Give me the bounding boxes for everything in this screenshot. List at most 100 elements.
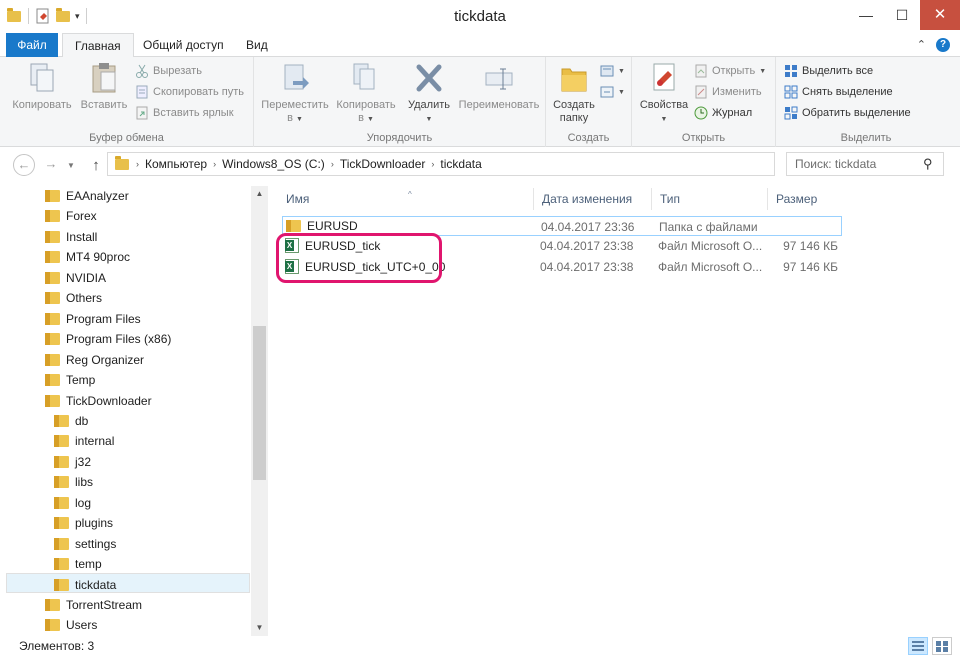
copy-path-button[interactable]: Скопировать путь xyxy=(135,82,244,102)
nav-tree-item[interactable]: MT4 90proc xyxy=(45,247,130,267)
nav-tree-item[interactable]: tickdata xyxy=(54,575,116,595)
nav-tree-item[interactable]: internal xyxy=(54,431,114,451)
properties-icon xyxy=(648,61,680,95)
invert-selection-button[interactable]: Обратить выделение xyxy=(784,103,911,123)
breadcrumb-tickdownloader[interactable]: TickDownloader xyxy=(340,157,426,171)
recent-locations-icon[interactable]: ▼ xyxy=(66,156,76,178)
close-button[interactable]: ✕ xyxy=(920,0,960,30)
scrollbar-thumb[interactable] xyxy=(253,326,266,480)
tab-home[interactable]: Главная xyxy=(62,33,134,58)
nav-tree-item[interactable]: TorrentStream xyxy=(45,595,142,615)
delete-button[interactable]: Удалить ▼ xyxy=(404,61,454,126)
column-header-type[interactable]: Тип xyxy=(652,188,768,210)
nav-tree-item[interactable]: j32 xyxy=(54,452,91,472)
rename-button[interactable]: Переименовать xyxy=(454,61,544,112)
chevron-right-icon[interactable]: › xyxy=(431,159,434,169)
folder-icon xyxy=(45,394,60,408)
select-none-button[interactable]: Снять выделение xyxy=(784,82,893,102)
nav-tree-item[interactable]: libs xyxy=(54,472,93,492)
scissors-icon xyxy=(135,64,149,78)
delete-label: Удалить xyxy=(408,99,450,111)
nav-tree-item[interactable]: Temp xyxy=(45,370,95,390)
history-button[interactable]: Журнал xyxy=(694,103,752,123)
nav-tree-item[interactable]: db xyxy=(54,411,88,431)
nav-tree-label: log xyxy=(75,496,92,510)
forward-arrow-icon[interactable]: → xyxy=(40,154,62,176)
quick-access-toolbar: ▾ xyxy=(6,8,89,24)
paste-button[interactable]: Вставить xyxy=(76,61,132,112)
breadcrumb-computer[interactable]: Компьютер xyxy=(145,157,207,171)
chevron-right-icon[interactable]: › xyxy=(136,159,139,169)
address-bar[interactable]: › Компьютер › Windows8_OS (C:) › TickDow… xyxy=(107,152,870,176)
nav-tree-item[interactable]: Forex xyxy=(45,206,97,226)
column-header-size[interactable]: Размер xyxy=(768,188,842,210)
details-view-button[interactable] xyxy=(908,637,928,655)
nav-tree-item[interactable]: NVIDIA xyxy=(45,268,106,288)
tab-view[interactable]: Вид xyxy=(234,33,280,57)
new-item-button[interactable]: ▼ xyxy=(600,61,625,81)
new-item-icon xyxy=(600,64,614,78)
back-arrow-icon[interactable]: ← xyxy=(13,154,35,176)
nav-tree-label: temp xyxy=(75,557,102,571)
nav-tree-label: internal xyxy=(75,434,115,448)
copy-button[interactable]: Копировать xyxy=(10,61,74,112)
details-view-icon xyxy=(912,641,924,651)
copy-path-icon xyxy=(135,85,149,99)
breadcrumb-drive[interactable]: Windows8_OS (C:) xyxy=(222,157,325,171)
organize-group-label: Упорядочить xyxy=(366,132,433,144)
open-button[interactable]: Открыть ▼ xyxy=(694,61,766,81)
scroll-down-icon[interactable]: ▼ xyxy=(251,620,268,636)
help-icon[interactable]: ? xyxy=(936,38,950,52)
nav-scrollbar[interactable]: ▲ ▼ xyxy=(251,186,268,636)
minimize-button[interactable]: — xyxy=(848,0,884,30)
ribbon-tabs: Файл Главная Общий доступ Вид ⌃ ? xyxy=(0,33,960,58)
properties-button[interactable]: Свойства ▼ xyxy=(636,61,692,126)
properties-icon[interactable] xyxy=(35,8,51,24)
select-all-button[interactable]: Выделить все xyxy=(784,61,873,81)
nav-tree-item[interactable]: Others xyxy=(45,288,102,308)
chevron-right-icon[interactable]: › xyxy=(331,159,334,169)
easy-access-icon xyxy=(600,85,614,99)
select-none-label: Снять выделение xyxy=(802,86,893,98)
large-icons-view-button[interactable] xyxy=(932,637,952,655)
nav-selection-highlight xyxy=(6,573,250,593)
nav-tree-item[interactable]: plugins xyxy=(54,513,113,533)
maximize-button[interactable]: ☐ xyxy=(884,0,920,30)
search-input[interactable]: Поиск: tickdata ⚲ xyxy=(786,152,944,176)
tab-share[interactable]: Общий доступ xyxy=(131,33,236,57)
nav-tree-label: tickdata xyxy=(75,578,117,592)
nav-tree-item[interactable]: TickDownloader xyxy=(45,391,152,411)
column-header-name[interactable]: Имя ^ xyxy=(278,188,534,210)
cut-button[interactable]: Вырезать xyxy=(135,61,202,81)
nav-tree-item[interactable]: EAAnalyzer xyxy=(45,186,129,206)
up-arrow-icon[interactable]: ↑ xyxy=(88,156,104,178)
search-icon[interactable]: ⚲ xyxy=(923,156,933,172)
nav-tree-item[interactable]: Reg Organizer xyxy=(45,350,144,370)
nav-tree-item[interactable]: log xyxy=(54,493,91,513)
column-header-date[interactable]: Дата изменения xyxy=(534,188,652,210)
customize-qa-icon[interactable]: ▾ xyxy=(75,11,80,22)
breadcrumb-tickdata[interactable]: tickdata xyxy=(440,157,481,171)
select-group: Выделить все Снять выделение Обратить вы… xyxy=(776,57,956,147)
nav-tree-item[interactable]: Install xyxy=(45,227,97,247)
nav-tree-item[interactable]: settings xyxy=(54,534,116,554)
chevron-right-icon[interactable]: › xyxy=(213,159,216,169)
edit-button[interactable]: Изменить xyxy=(694,82,762,102)
nav-tree-item[interactable]: Users xyxy=(45,615,97,635)
move-to-button[interactable]: Переместить в ▼ xyxy=(260,61,330,126)
tab-file[interactable]: Файл xyxy=(6,33,58,57)
new-folder-button[interactable]: Создать папку xyxy=(548,61,600,125)
folder-icon xyxy=(45,373,60,387)
paste-shortcut-button[interactable]: Вставить ярлык xyxy=(135,103,234,123)
nav-tree-item[interactable]: Program Files (x86) xyxy=(45,329,171,349)
folder-icon xyxy=(6,8,22,24)
folder-icon xyxy=(54,578,69,592)
expand-ribbon-icon[interactable]: ⌃ xyxy=(917,38,926,52)
easy-access-button[interactable]: ▼ xyxy=(600,82,625,102)
copy-to-button[interactable]: Копировать в ▼ xyxy=(332,61,400,126)
nav-tree-item[interactable]: temp xyxy=(54,554,102,574)
new-folder-icon[interactable] xyxy=(55,8,71,24)
scroll-up-icon[interactable]: ▲ xyxy=(251,186,268,202)
invert-selection-icon xyxy=(784,106,798,120)
nav-tree-item[interactable]: Program Files xyxy=(45,309,141,329)
